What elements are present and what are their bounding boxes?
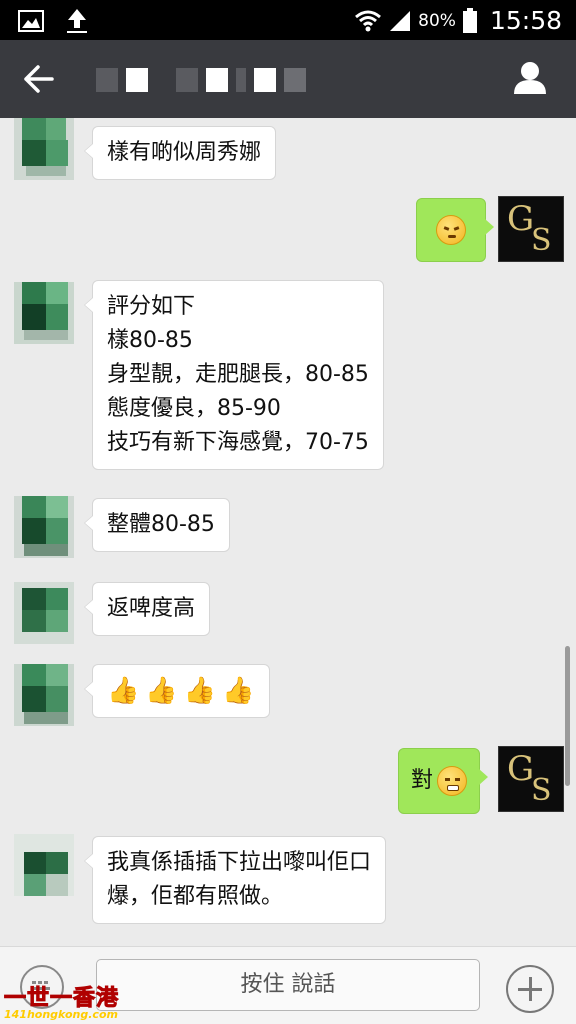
message-text: 身型靚，走肥腿長，80-85 xyxy=(107,362,369,387)
avatar[interactable] xyxy=(14,834,74,896)
battery-percent: 80% xyxy=(418,10,456,31)
message-text: 整體80-85 xyxy=(107,512,215,537)
status-bar: 80% 15:58 xyxy=(0,0,576,40)
my-avatar[interactable]: G S xyxy=(498,746,564,812)
message-bubble[interactable]: 樣有啲似周秀娜 xyxy=(83,126,277,180)
message-bubble[interactable]: 👍 👍 👍 👍 xyxy=(84,664,270,718)
person-icon xyxy=(514,62,546,94)
message-text: 爆，佢都有照做。 xyxy=(107,884,284,909)
grinning-face-icon xyxy=(437,766,468,796)
avatar[interactable] xyxy=(14,582,74,644)
message-text: 評分如下 xyxy=(107,294,196,319)
message-text: 樣有啲似周秀娜 xyxy=(107,140,262,165)
signal-icon xyxy=(390,10,411,31)
clock: 15:58 xyxy=(489,6,562,35)
thumbs-up-icon: 👍 xyxy=(183,676,217,706)
chat-header xyxy=(0,40,576,118)
message-bubble[interactable]: 整體80-85 xyxy=(84,498,230,552)
site-watermark: 一世一香港 141hongkong.com xyxy=(4,980,128,1022)
avatar-letter: S xyxy=(531,773,552,808)
plus-icon[interactable] xyxy=(506,965,554,1013)
message-bubble[interactable]: 對 xyxy=(398,748,489,814)
message-text: 技巧有新下海感覺，70-75 xyxy=(107,430,369,455)
annoyed-face-icon xyxy=(436,215,466,245)
image-icon xyxy=(18,10,44,32)
message-list[interactable]: 樣有啲似周秀娜 G S 評分如下 樣80-85 身型靚，走肥腿長，80-85 態… xyxy=(0,118,576,946)
message-bubble[interactable]: 返啤度高 xyxy=(83,582,211,636)
thumbs-up-icon: 👍 xyxy=(107,676,140,706)
avatar-letter: S xyxy=(531,223,552,258)
message-text: 樣80-85 xyxy=(107,328,193,353)
message-text: 對 xyxy=(411,768,434,793)
wifi-icon xyxy=(355,10,382,31)
message-bubble[interactable] xyxy=(416,198,494,262)
message-bubble[interactable]: 我真係插插下拉出嚟叫佢口 爆，佢都有照做。 xyxy=(83,836,387,924)
message-bubble[interactable]: 評分如下 樣80-85 身型靚，走肥腿長，80-85 態度優良，85-90 技巧… xyxy=(84,280,384,470)
hold-to-talk-button[interactable]: 按住 說話 xyxy=(96,959,480,1011)
arrow-left-icon xyxy=(24,65,54,93)
message-text: 態度優良，85-90 xyxy=(107,396,281,421)
avatar[interactable] xyxy=(14,282,74,344)
my-avatar[interactable]: G S xyxy=(498,196,564,262)
chat-title-redacted xyxy=(96,68,306,92)
avatar[interactable] xyxy=(14,664,74,726)
chat-info-button[interactable] xyxy=(512,60,548,96)
thumbs-up-icon: 👍 xyxy=(145,676,178,706)
watermark-url: 141hongkong.com xyxy=(4,1008,118,1021)
upload-icon xyxy=(67,9,87,33)
message-text: 我真係插插下拉出嚟叫佢口 xyxy=(107,850,372,875)
avatar[interactable] xyxy=(14,496,74,558)
scrollbar[interactable] xyxy=(565,646,570,786)
back-button[interactable] xyxy=(22,64,56,94)
thumbs-up-icon: 👍 xyxy=(222,676,255,706)
message-text: 返啤度高 xyxy=(107,596,196,621)
battery-icon xyxy=(462,7,477,33)
avatar[interactable] xyxy=(14,118,74,180)
